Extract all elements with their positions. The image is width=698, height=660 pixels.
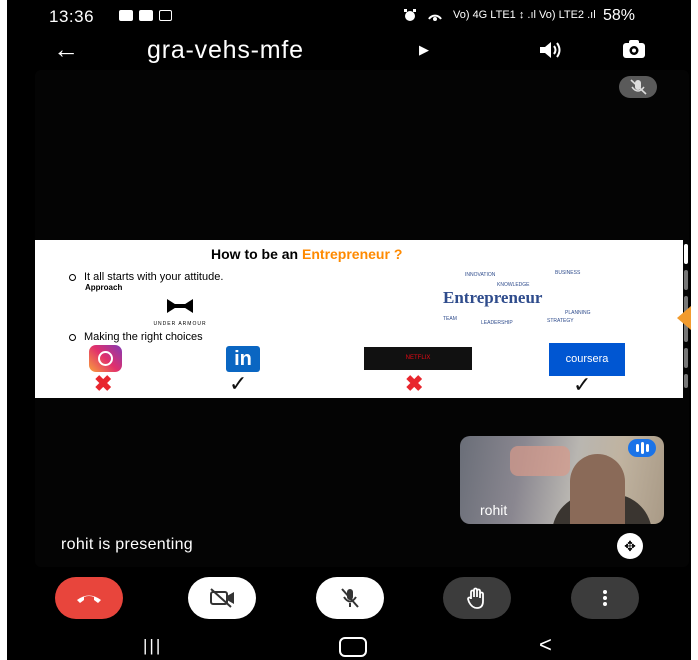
presenting-status: rohit is presenting: [61, 536, 193, 553]
cross-mark-icon: ✖: [405, 371, 424, 396]
switch-camera-icon[interactable]: [621, 38, 647, 60]
slide-bullet-attitude: It all starts with your attitude.: [69, 271, 223, 283]
participant-video: [570, 454, 625, 524]
check-mark-icon: ✓: [573, 372, 592, 397]
presenter-mic-badge: [619, 76, 657, 98]
word-cloud-small: BUSINESS: [555, 270, 581, 276]
app-bar: ← gra-vehs-mfe ▶: [7, 32, 691, 70]
minimize-icon[interactable]: ✥: [617, 533, 643, 559]
word-cloud-small: TEAM: [443, 316, 457, 322]
camera-off-icon: [210, 588, 234, 608]
word-cloud-small: STRATEGY: [547, 318, 574, 324]
bullet-text: It all starts with your attitude.: [84, 271, 224, 283]
call-controls: [7, 570, 691, 628]
slide-heading-prefix: How to be an: [211, 246, 299, 262]
slide-bullet-choices: Making the right choices: [69, 331, 203, 343]
word-cloud-small: PLANNING: [565, 310, 591, 316]
self-view-tile[interactable]: rohit: [460, 436, 664, 524]
cast-icon: [159, 10, 172, 21]
end-call-button[interactable]: [55, 577, 123, 619]
check-mark-icon: ✓: [229, 371, 248, 396]
status-time: 13:36: [49, 7, 95, 26]
cross-mark-icon: ✖: [94, 371, 113, 396]
home-icon[interactable]: [339, 637, 367, 657]
more-options-icon: [603, 590, 607, 606]
under-armour-logo: UNDER ARMOUR: [145, 298, 215, 327]
network-text: Vo) 4G LTE1 ↕ .ıl Vo) LTE2 .ıl: [453, 9, 596, 21]
under-armour-icon: [167, 299, 193, 313]
nav-back-icon[interactable]: <: [539, 632, 552, 658]
entrepreneur-word-cloud: INNOVATION BUSINESS KNOWLEDGE Entreprene…: [435, 268, 605, 326]
caret-right-icon[interactable]: ▶: [419, 42, 429, 58]
meet-screen: 13:36 Vo) 4G LTE1 ↕ .ıl Vo) LTE2 .ıl 58%…: [7, 0, 691, 660]
slide-heading: How to be an Entrepreneur ?: [211, 246, 402, 262]
shared-slide: How to be an Entrepreneur ? It all start…: [35, 240, 683, 398]
more-options-button[interactable]: [571, 577, 639, 619]
mic-off-icon: [341, 588, 359, 608]
bullet-text: Making the right choices: [84, 331, 203, 343]
speaking-indicator-icon: [628, 439, 656, 457]
mic-off-icon: [630, 79, 647, 95]
hotspot-icon: [428, 14, 442, 21]
speaker-icon[interactable]: [537, 40, 563, 60]
slide-approach-label: Approach: [85, 283, 123, 292]
status-bar: 13:36 Vo) 4G LTE1 ↕ .ıl Vo) LTE2 .ıl 58%: [7, 0, 691, 32]
raise-hand-icon: [467, 587, 484, 609]
linkedin-logo: in: [226, 346, 260, 372]
word-cloud-main: Entrepreneur: [443, 288, 543, 307]
back-arrow-icon[interactable]: ←: [53, 34, 79, 65]
netflix-logo: NETFLIX: [364, 347, 472, 370]
end-call-icon: [77, 595, 101, 603]
notification-icons: [119, 10, 172, 21]
word-cloud-small: INNOVATION: [465, 272, 496, 278]
camera-toggle-button[interactable]: [188, 577, 256, 619]
side-panel-tab[interactable]: [677, 306, 691, 330]
gallery-icon: [119, 10, 133, 21]
alarm-icon: [404, 9, 416, 21]
system-nav-bar: ||| <: [7, 628, 691, 660]
raise-hand-button[interactable]: [443, 577, 511, 619]
instagram-logo: [89, 345, 122, 372]
word-cloud-small: LEADERSHIP: [481, 320, 513, 326]
slide-heading-accent: Entrepreneur ?: [302, 246, 403, 262]
participant-name: rohit: [480, 502, 508, 518]
meeting-code-title[interactable]: gra-vehs-mfe: [147, 36, 304, 65]
video-notification-icon: [139, 10, 153, 21]
battery-percent: 58%: [603, 7, 636, 24]
recent-apps-icon[interactable]: |||: [143, 636, 162, 656]
network-indicators: Vo) 4G LTE1 ↕ .ıl Vo) LTE2 .ıl: [403, 8, 596, 22]
mic-toggle-button[interactable]: [316, 577, 384, 619]
under-armour-caption: UNDER ARMOUR: [153, 321, 207, 327]
